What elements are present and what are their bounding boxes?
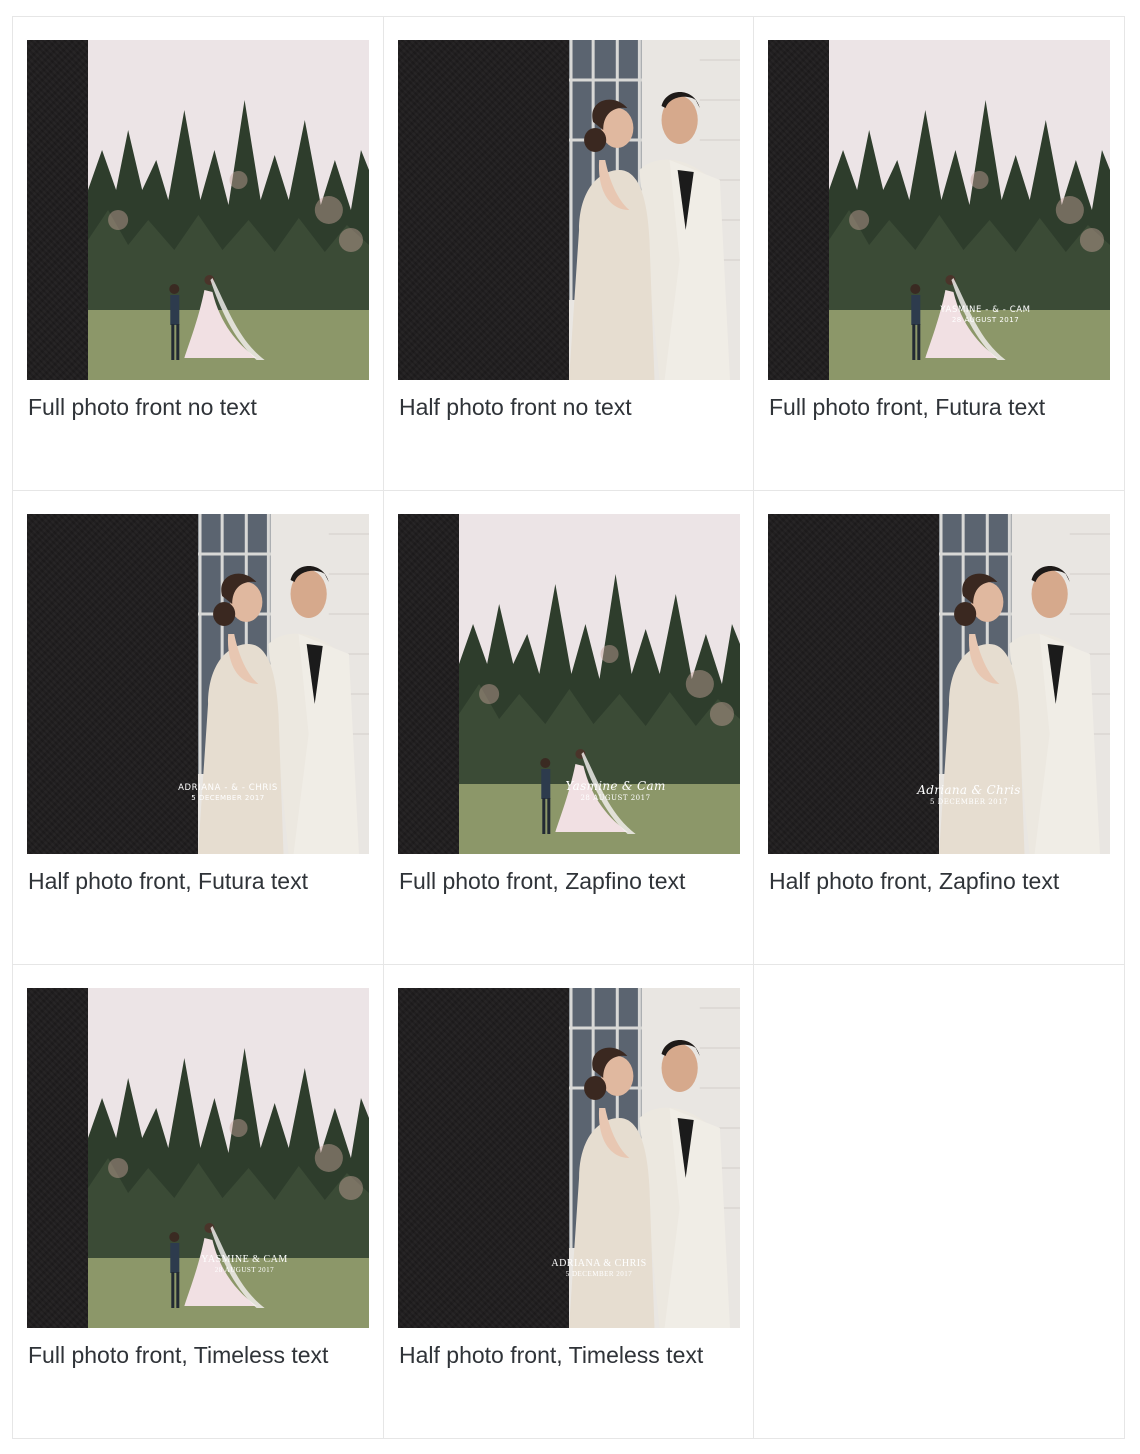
cover-option-caption: Full photo front, Futura text xyxy=(769,394,1046,420)
cover-option-card: Half photo front no text xyxy=(384,17,754,491)
cover-names: ADRIANA - & - CHRIS xyxy=(178,783,278,793)
cover-date: 5 DECEMBER 2017 xyxy=(565,1269,633,1278)
cover-options-grid: Full photo front no text Half photo fron… xyxy=(12,16,1125,1439)
cover-preview-image[interactable] xyxy=(27,40,369,380)
cover-option-card: Full photo front no text xyxy=(13,17,384,491)
cover-preview-image[interactable]: YASMINE - & - CAM 28 AUGUST 2017 xyxy=(768,40,1110,380)
photo-trees-couple xyxy=(459,514,740,854)
cover-preview-image[interactable]: ADRIANA - & - CHRIS 5 DECEMBER 2017 xyxy=(27,514,369,854)
cover-preview-image[interactable]: Yasmine & Cam 28 AUGUST 2017 xyxy=(398,514,740,854)
cover-date: 5 DECEMBER 2017 xyxy=(191,793,265,802)
leather-spine xyxy=(768,40,829,380)
cover-option-card: YASMINE - & - CAM 28 AUGUST 2017 Full ph… xyxy=(754,17,1125,491)
leather-spine xyxy=(27,514,198,854)
cover-option-caption: Half photo front, Futura text xyxy=(28,868,308,894)
cover-option-card: Yasmine & Cam 28 AUGUST 2017 Full photo … xyxy=(384,491,754,965)
photo-trees-couple xyxy=(829,40,1110,380)
cover-names: YASMINE & CAM xyxy=(201,1254,288,1265)
photo-couple-window xyxy=(198,514,369,854)
photo-couple-window xyxy=(569,40,740,380)
cover-option-caption: Full photo front, Zapfino text xyxy=(399,868,686,894)
cover-option-caption: Half photo front, Timeless text xyxy=(399,1342,704,1368)
cover-preview-image[interactable] xyxy=(398,40,740,380)
cover-preview-image[interactable]: Adriana & Chris 5 DECEMBER 2017 xyxy=(768,514,1110,854)
photo-trees-couple xyxy=(88,988,369,1328)
cover-date: 28 AUGUST 2017 xyxy=(580,793,651,802)
cover-date: 5 DECEMBER 2017 xyxy=(929,797,1009,806)
cover-option-caption: Half photo front no text xyxy=(399,394,632,420)
cover-names: ADRIANA & CHRIS xyxy=(551,1258,647,1269)
cover-title-text: Yasmine & Cam 28 AUGUST 2017 xyxy=(493,779,738,802)
cover-preview-image[interactable]: YASMINE & CAM 28 AUGUST 2017 xyxy=(27,988,369,1328)
cover-option-card: ADRIANA & CHRIS 5 DECEMBER 2017 Half pho… xyxy=(384,965,754,1439)
cover-option-card: YASMINE & CAM 28 AUGUST 2017 Full photo … xyxy=(13,965,384,1439)
cover-preview-image[interactable]: ADRIANA & CHRIS 5 DECEMBER 2017 xyxy=(398,988,740,1328)
cover-title-text: YASMINE & CAM 28 AUGUST 2017 xyxy=(122,1254,367,1274)
cover-title-text: YASMINE - & - CAM 28 AUGUST 2017 xyxy=(863,305,1108,324)
cover-option-caption: Full photo front no text xyxy=(28,394,257,420)
empty-grid-cell xyxy=(754,965,1125,1439)
photo-trees-couple xyxy=(88,40,369,380)
cover-title-text: Adriana & Chris 5 DECEMBER 2017 xyxy=(828,783,1110,806)
cover-option-card: Adriana & Chris 5 DECEMBER 2017 Half pho… xyxy=(754,491,1125,965)
cover-date: 28 AUGUST 2017 xyxy=(951,315,1020,324)
leather-spine xyxy=(27,40,88,380)
cover-option-caption: Half photo front, Zapfino text xyxy=(769,868,1060,894)
cover-title-text: ADRIANA & CHRIS 5 DECEMBER 2017 xyxy=(458,1258,740,1278)
cover-names: YASMINE - & - CAM xyxy=(940,305,1031,315)
leather-spine xyxy=(398,40,569,380)
cover-option-caption: Full photo front, Timeless text xyxy=(28,1342,329,1368)
cover-names: Adriana & Chris xyxy=(917,783,1021,797)
cover-option-card: ADRIANA - & - CHRIS 5 DECEMBER 2017 Half… xyxy=(13,491,384,965)
leather-spine xyxy=(27,988,88,1328)
cover-title-text: ADRIANA - & - CHRIS 5 DECEMBER 2017 xyxy=(87,783,369,802)
leather-spine xyxy=(398,514,459,854)
cover-date: 28 AUGUST 2017 xyxy=(214,1265,275,1274)
cover-names: Yasmine & Cam xyxy=(565,779,666,793)
